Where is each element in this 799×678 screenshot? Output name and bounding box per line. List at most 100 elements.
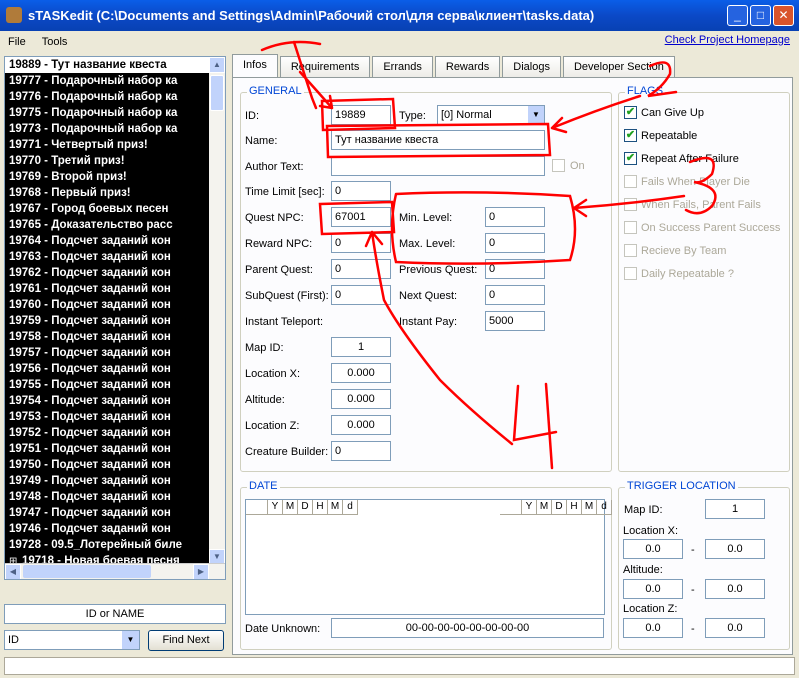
tree-scroll-thumb[interactable] [210,75,224,111]
tree-item[interactable]: 19771 - Четвертый приз! [5,137,210,153]
quest-list[interactable]: 19889 - Тут название квеста 19777 - Подар… [5,57,210,579]
tree-item[interactable]: 19752 - Подсчет заданий кон [5,425,210,441]
altitude-field[interactable]: 0.000 [331,389,391,409]
tab-developer-section[interactable]: Developer Section [562,56,675,78]
tree-item[interactable]: 19758 - Подсчет заданий кон [5,329,210,345]
date-column-header[interactable]: M [328,500,343,514]
quest-npc-field[interactable]: 67001 [331,207,391,227]
find-next-button[interactable]: Find Next [148,630,224,651]
menu-tools[interactable]: Tools [34,36,76,48]
menu-file[interactable]: File [0,36,34,48]
tab-rewards[interactable]: Rewards [434,56,501,78]
date-column-header[interactable]: D [552,500,567,514]
flag-checkbox[interactable] [624,175,637,188]
tree-item[interactable]: 19759 - Подсчет заданий кон [5,313,210,329]
flag-checkbox[interactable]: ✔ [624,129,637,142]
scroll-up-icon[interactable]: ▲ [209,57,225,73]
maximize-button[interactable]: □ [750,5,771,26]
flag-checkbox[interactable] [624,267,637,280]
flag-checkbox[interactable] [624,198,637,211]
subquest-field[interactable]: 0 [331,285,391,305]
scroll-right-icon[interactable]: ▶ [193,564,209,579]
tree-item[interactable]: 19768 - Первый приз! [5,185,210,201]
chevron-down-icon[interactable]: ▼ [528,106,544,124]
tree-item[interactable]: 19746 - Подсчет заданий кон [5,521,210,537]
tree-item[interactable]: 19754 - Подсчет заданий кон [5,393,210,409]
trigger-location-z-to[interactable]: 0.0 [705,618,765,638]
tree-item[interactable]: 19747 - Подсчет заданий кон [5,505,210,521]
tree-item[interactable]: 19763 - Подсчет заданий кон [5,249,210,265]
quest-tree[interactable]: 19889 - Тут название квеста 19777 - Подар… [4,56,226,580]
tree-horizontal-scrollbar[interactable]: ◀ ▶ [5,563,225,579]
tree-item[interactable]: 19755 - Подсчет заданий кон [5,377,210,393]
date-column-header[interactable]: M [283,500,298,514]
date-unknown-field[interactable]: 00-00-00-00-00-00-00-00 [331,618,604,638]
trigger-altitude-from[interactable]: 0.0 [623,579,683,599]
date-grid[interactable]: YMDHMd YMDHMd [245,499,612,615]
tab-infos[interactable]: Infos [232,54,278,78]
min-level-field[interactable]: 0 [485,207,545,227]
tree-vertical-scrollbar[interactable]: ▲ ▼ [209,57,225,565]
date-column-header[interactable]: H [567,500,582,514]
date-column-header[interactable]: d [343,500,358,514]
tree-item[interactable]: 19776 - Подарочный набор ка [5,89,210,105]
tree-item[interactable]: 19770 - Третий приз! [5,153,210,169]
date-column-header[interactable]: Y [268,500,283,514]
trigger-location-x-to[interactable]: 0.0 [705,539,765,559]
tree-item[interactable]: 19748 - Подсчет заданий кон [5,489,210,505]
location-z-field[interactable]: 0.000 [331,415,391,435]
trigger-map-id-field[interactable]: 1 [705,499,765,519]
date-column-header[interactable]: M [582,500,597,514]
reward-npc-field[interactable]: 0 [331,233,391,253]
id-field[interactable]: 19889 [331,105,391,125]
tab-dialogs[interactable]: Dialogs [502,56,561,78]
close-button[interactable]: ✕ [773,5,794,26]
tree-item[interactable]: 19753 - Подсчет заданий кон [5,409,210,425]
tree-item[interactable]: 19761 - Подсчет заданий кон [5,281,210,297]
instant-pay-field[interactable]: 5000 [485,311,545,331]
tree-item[interactable]: 19756 - Подсчет заданий кон [5,361,210,377]
tree-item[interactable]: 19773 - Подарочный набор ка [5,121,210,137]
date-column-header[interactable]: M [537,500,552,514]
trigger-altitude-to[interactable]: 0.0 [705,579,765,599]
flag-checkbox[interactable]: ✔ [624,106,637,119]
tab-requirements[interactable]: Requirements [279,56,371,78]
tree-item[interactable]: 19889 - Тут название квеста [5,57,210,73]
map-id-field[interactable]: 1 [331,337,391,357]
tree-item[interactable]: 19757 - Подсчет заданий кон [5,345,210,361]
time-limit-field[interactable]: 0 [331,181,391,201]
scroll-left-icon[interactable]: ◀ [5,564,21,579]
tree-item[interactable]: 19767 - Город боевых песен [5,201,210,217]
author-on-checkbox[interactable] [552,159,565,172]
search-input[interactable]: ID or NAME [4,604,226,624]
max-level-field[interactable]: 0 [485,233,545,253]
flag-checkbox[interactable]: ✔ [624,152,637,165]
date-column-header[interactable]: Y [522,500,537,514]
creature-builder-field[interactable]: 0 [331,441,391,461]
previous-quest-field[interactable]: 0 [485,259,545,279]
tree-item[interactable]: 19762 - Подсчет заданий кон [5,265,210,281]
location-x-field[interactable]: 0.000 [331,363,391,383]
flag-checkbox[interactable] [624,221,637,234]
tree-item[interactable]: 19769 - Второй приз! [5,169,210,185]
date-column-header[interactable]: d [597,500,612,514]
name-field[interactable]: Тут название квеста [331,130,545,150]
tree-item[interactable]: 19764 - Подсчет заданий кон [5,233,210,249]
next-quest-field[interactable]: 0 [485,285,545,305]
homepage-link[interactable]: Check Project Homepage [665,34,790,46]
chevron-down-icon[interactable]: ▼ [122,631,139,649]
author-text-field[interactable] [331,156,545,176]
tree-item[interactable]: 19751 - Подсчет заданий кон [5,441,210,457]
tree-item[interactable]: 19750 - Подсчет заданий кон [5,457,210,473]
tree-hscroll-thumb[interactable] [23,565,151,578]
tree-item[interactable]: 19749 - Подсчет заданий кон [5,473,210,489]
date-column-header[interactable]: H [313,500,328,514]
parent-quest-field[interactable]: 0 [331,259,391,279]
tab-errands[interactable]: Errands [372,56,433,78]
trigger-location-x-from[interactable]: 0.0 [623,539,683,559]
flag-checkbox[interactable] [624,244,637,257]
trigger-location-z-from[interactable]: 0.0 [623,618,683,638]
tree-item[interactable]: 19765 - Доказательство расс [5,217,210,233]
type-select[interactable]: [0] Normal ▼ [437,105,545,125]
tree-item[interactable]: 19760 - Подсчет заданий кон [5,297,210,313]
